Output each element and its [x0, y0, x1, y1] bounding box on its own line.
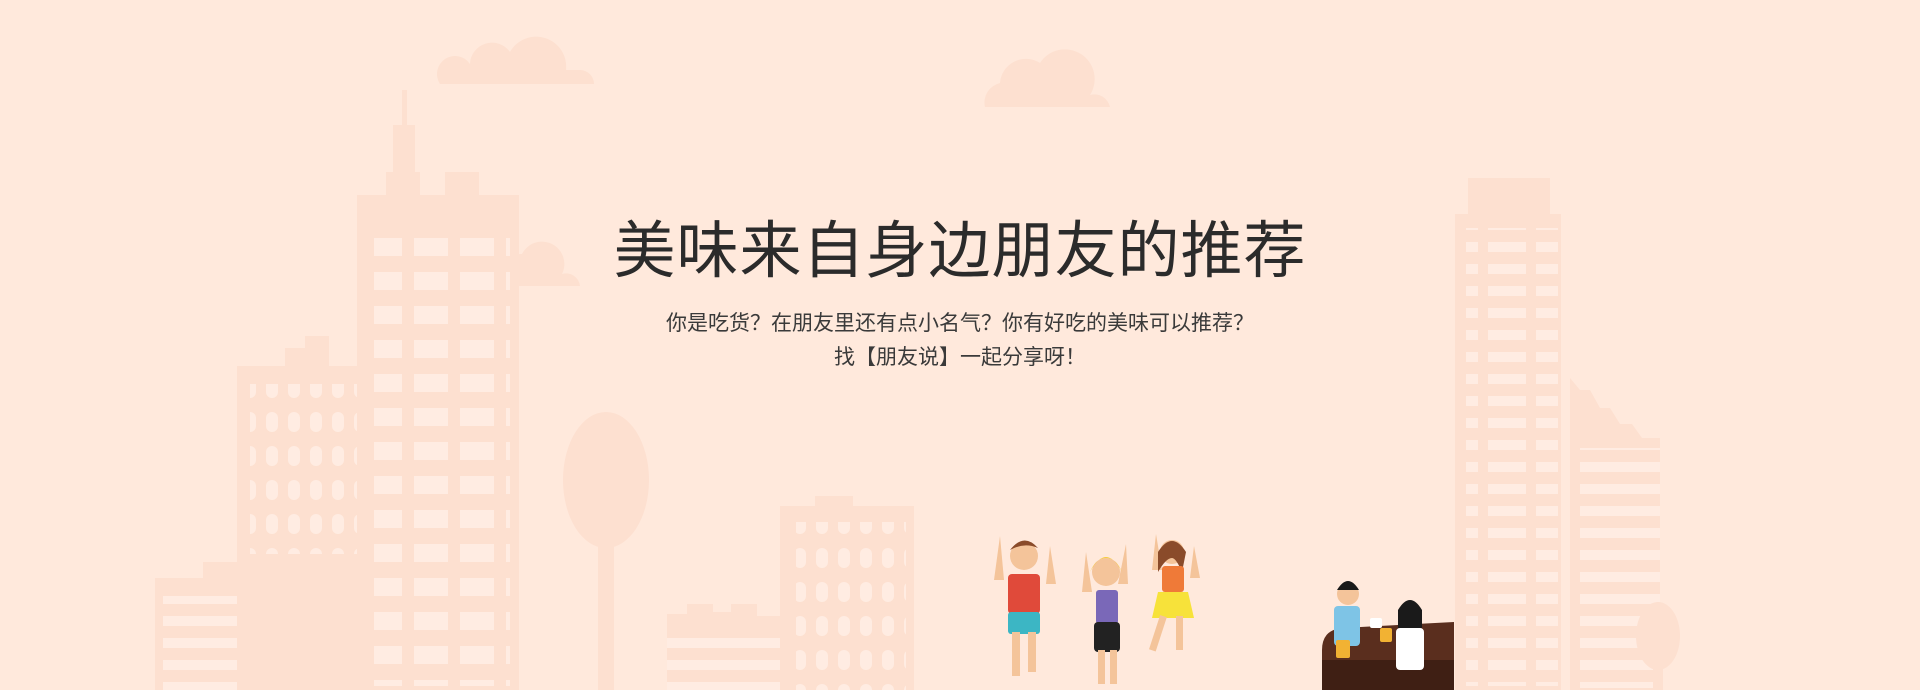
building — [357, 90, 519, 690]
dancing-friends-illustration — [994, 534, 1200, 684]
building — [237, 336, 365, 690]
cloud-icon — [984, 49, 1110, 107]
tree-icon — [563, 412, 649, 690]
building — [780, 496, 914, 690]
subtitle-line-2: 找【朋友说】一起分享呀！ — [834, 345, 1086, 369]
page-title: 美味来自身边朋友的推荐 — [613, 214, 1307, 287]
building — [667, 604, 782, 690]
bar-friends-illustration — [1322, 581, 1454, 690]
cloud-icon — [436, 36, 594, 84]
subtitle-line-1: 你是吃货？在朋友里还有点小名气？你有好吃的美味可以推荐？ — [666, 311, 1254, 335]
hero-banner: 美味来自身边朋友的推荐 你是吃货？在朋友里还有点小名气？你有好吃的美味可以推荐？… — [0, 0, 1920, 690]
